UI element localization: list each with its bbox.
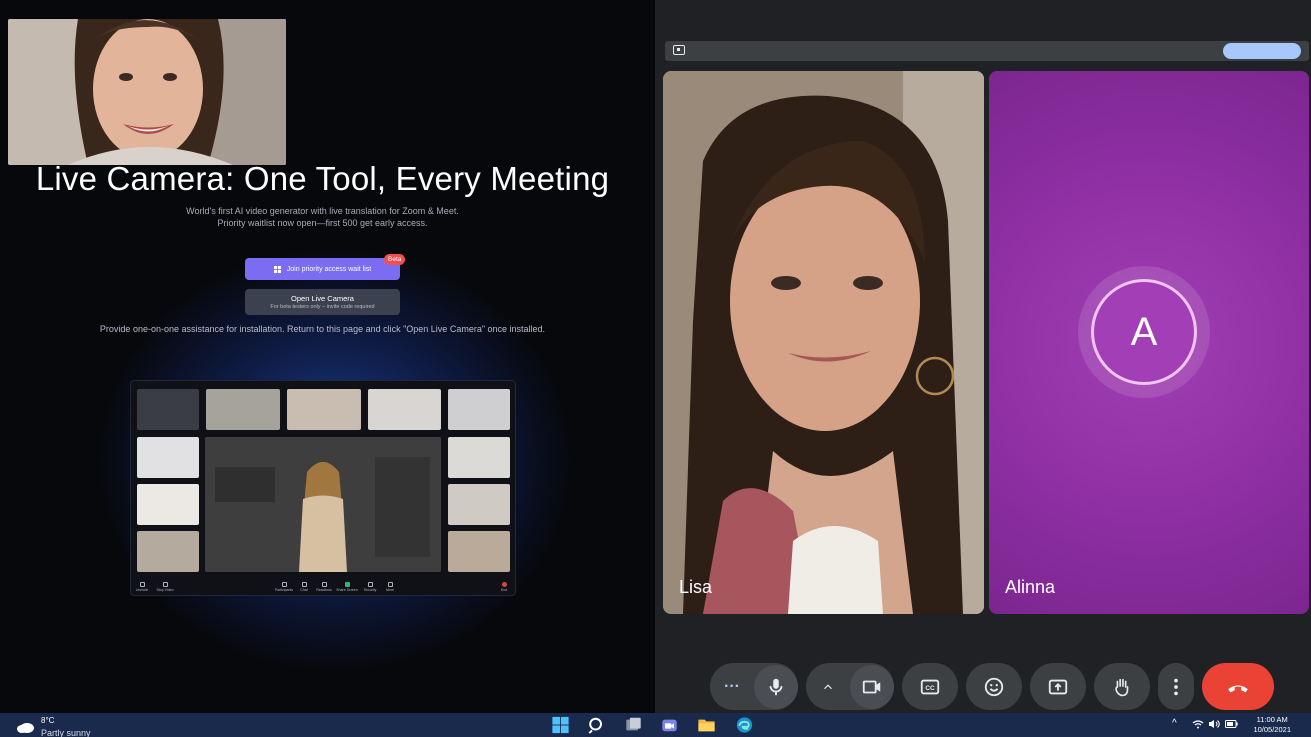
hero-title: Live Camera: One Tool, Every Meeting: [35, 160, 610, 197]
chevron-up-icon[interactable]: ^: [1172, 718, 1177, 729]
vertical-dots-icon: [1174, 678, 1178, 695]
captions-button[interactable]: CC: [902, 663, 958, 710]
presenting-icon[interactable]: [673, 45, 685, 55]
present-screen-button[interactable]: [1030, 663, 1086, 710]
presenter-image: [205, 437, 441, 572]
participant-thumbnail: [448, 484, 510, 525]
meeting-top-bar: [665, 41, 1309, 61]
participant-name-lisa: Lisa: [679, 577, 713, 597]
windows-taskbar: 8°C Partly sunny ^ 11:00 AM 10/05/2021: [0, 713, 1311, 737]
invite-code-note: For beta testers only – invite code requ…: [270, 304, 375, 310]
participant-thumbnail: [137, 531, 199, 572]
hero-subtitle-line1: World's first AI video generator with li…: [186, 206, 459, 216]
avatar-alinna: A: [1091, 279, 1197, 385]
mock-end: End: [497, 582, 511, 592]
task-view-icon[interactable]: [624, 716, 643, 734]
camera-control-group: [806, 663, 894, 710]
meeting-window: Lisa A Alinna ··· CC: [655, 0, 1311, 713]
camera-options-chevron[interactable]: [806, 663, 850, 710]
beta-badge: Beta: [384, 254, 406, 265]
more-dots-icon[interactable]: ···: [710, 663, 754, 710]
microphone-button[interactable]: [754, 664, 798, 709]
leave-call-button[interactable]: [1202, 663, 1274, 710]
camera-button[interactable]: [850, 664, 894, 709]
windows-icon: [273, 265, 281, 273]
mock-reactions: Reactions: [314, 582, 334, 592]
participant-thumbnail: [287, 389, 361, 430]
participant-tile-lisa[interactable]: Lisa: [663, 71, 984, 614]
mock-share-screen: Share Screen: [336, 582, 358, 592]
product-preview-mockup: Unmute Stop Video Participants Chat Reac…: [130, 380, 516, 596]
windows-start-icon[interactable]: [551, 716, 570, 734]
volume-icon[interactable]: [1208, 719, 1220, 729]
clock-date: 10/05/2021: [1253, 725, 1291, 734]
open-live-camera-label: Open Live Camera: [291, 294, 354, 303]
lisa-video-image: [663, 71, 984, 614]
more-options-button[interactable]: [1158, 663, 1194, 710]
chevron-up-icon: [824, 683, 832, 689]
mock-meeting-toolbar: Unmute Stop Video Participants Chat Reac…: [131, 577, 515, 595]
participant-thumbnail: [137, 437, 199, 478]
weather-widget[interactable]: 8°C Partly sunny: [14, 715, 114, 737]
woman-portrait-image: [8, 19, 286, 165]
camera-icon: [862, 680, 881, 693]
raise-hand-icon: [1115, 678, 1129, 696]
open-live-camera-button[interactable]: Open Live Camera For beta testers only –…: [245, 289, 400, 315]
present-screen-icon: [1048, 679, 1068, 694]
top-bar-pill-button[interactable]: [1223, 43, 1301, 59]
wifi-icon[interactable]: [1192, 719, 1204, 729]
participant-name-alinna: Alinna: [1005, 577, 1056, 597]
search-icon[interactable]: [587, 716, 606, 734]
clock-time: 11:00 AM: [1256, 715, 1288, 724]
svg-text:CC: CC: [925, 684, 935, 691]
system-clock[interactable]: 11:00 AM 10/05/2021: [1253, 715, 1291, 735]
cloud-icon: [17, 723, 34, 733]
installation-assist-text: Provide one-on-one assistance for instal…: [99, 324, 546, 334]
edge-browser-icon[interactable]: [735, 716, 754, 734]
join-waitlist-label: Join priority access wait list: [286, 265, 372, 273]
landing-page: Live Camera: One Tool, Every Meeting Wor…: [0, 0, 655, 713]
mock-stop-video: Stop Video: [155, 582, 175, 592]
participant-thumbnail: [448, 389, 510, 430]
battery-icon[interactable]: [1225, 720, 1238, 728]
weather-temperature: 8°C: [41, 716, 55, 725]
main-speaker-video: [205, 437, 441, 572]
emoji-icon: [984, 677, 1004, 696]
participant-thumbnail: [137, 389, 199, 430]
mock-participants: Participants: [273, 582, 295, 592]
join-waitlist-button[interactable]: Join priority access wait list: [245, 258, 400, 280]
raise-hand-button[interactable]: [1094, 663, 1150, 710]
participant-thumbnail: [368, 389, 441, 430]
mock-security: Security: [361, 582, 379, 592]
hero-subtitle-line2: Priority waitlist now open—first 500 get…: [217, 218, 428, 228]
mock-chat: Chat: [297, 582, 311, 592]
mock-more: More: [381, 582, 399, 592]
self-view-camera[interactable]: [8, 19, 286, 165]
participant-thumbnail: [448, 437, 510, 478]
mock-unmute: Unmute: [135, 582, 149, 592]
hang-up-icon: [1228, 684, 1248, 692]
participant-thumbnail: [206, 389, 280, 430]
mic-control-group: ···: [710, 663, 798, 710]
participant-tile-alinna[interactable]: A Alinna: [989, 71, 1309, 614]
participant-thumbnail: [448, 531, 510, 572]
weather-condition: Partly sunny: [41, 728, 91, 737]
emoji-button[interactable]: [966, 663, 1022, 710]
file-explorer-icon[interactable]: [697, 716, 716, 734]
participant-thumbnail: [137, 484, 199, 525]
microphone-icon: [769, 678, 783, 695]
closed-captions-icon: CC: [920, 679, 940, 694]
teams-icon[interactable]: [660, 716, 679, 734]
